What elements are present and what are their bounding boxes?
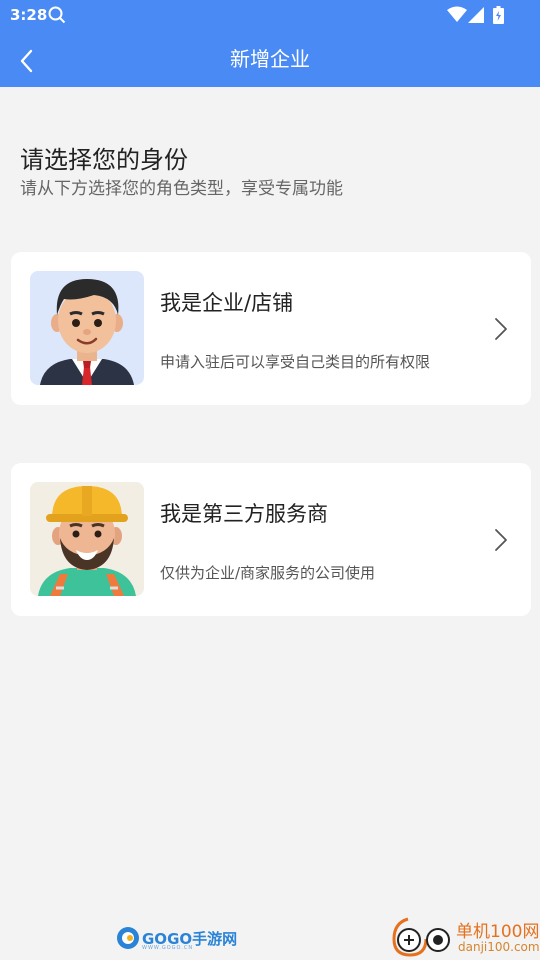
- signal-icon: [468, 7, 484, 23]
- option-card-service-provider[interactable]: 我是第三方服务商 仅供为企业/商家服务的公司使用: [11, 463, 531, 616]
- chevron-right-icon: [495, 529, 507, 551]
- businessman-avatar-icon: [30, 271, 144, 385]
- page-title: 新增企业: [230, 47, 310, 71]
- option-card-enterprise[interactable]: 我是企业/店铺 申请入驻后可以享受自己类目的所有权限: [11, 252, 531, 405]
- danji100-brand-url: danji100.com: [458, 940, 540, 954]
- app-header: 3:28 新增企业: [0, 0, 540, 87]
- option-description: 仅供为企业/商家服务的公司使用: [160, 564, 376, 582]
- status-bar: 3:28: [0, 0, 540, 32]
- danji100-brand-text: 单机100网: [456, 922, 540, 942]
- gogo-brand-url: WWW.GOGO.CN: [142, 945, 194, 951]
- chevron-right-icon: [495, 318, 507, 340]
- option-title: 我是第三方服务商: [160, 502, 328, 526]
- identity-subheading: 请从下方选择您的角色类型，享受专属功能: [20, 179, 343, 199]
- battery-icon: [493, 6, 504, 24]
- wifi-icon: [447, 6, 467, 22]
- danji100-watermark-logo: 单机100网 danji100.com: [390, 915, 540, 960]
- option-description: 申请入驻后可以享受自己类目的所有权限: [160, 353, 431, 371]
- gogo-logo-icon: [117, 927, 139, 949]
- identity-heading: 请选择您的身份: [20, 146, 188, 174]
- danji100-logo-icon: [392, 917, 450, 957]
- option-title: 我是企业/店铺: [160, 291, 294, 315]
- search-icon: [48, 6, 66, 24]
- worker-avatar-icon: [30, 482, 144, 596]
- status-time: 3:28: [10, 6, 48, 24]
